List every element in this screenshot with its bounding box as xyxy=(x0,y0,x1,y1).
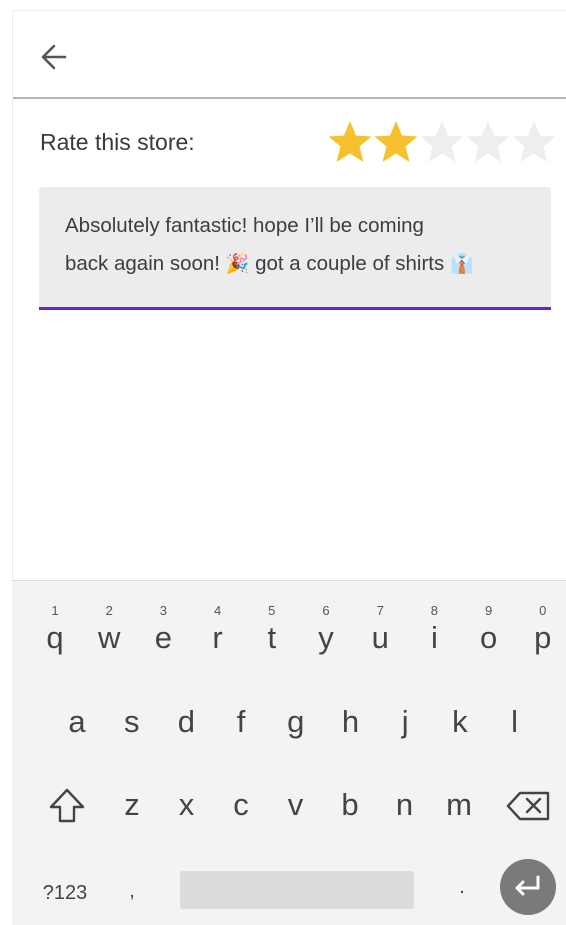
key-s[interactable]: s xyxy=(105,693,159,753)
key-label: o xyxy=(479,620,498,655)
key-j[interactable]: j xyxy=(378,693,432,753)
backspace-icon xyxy=(506,791,550,821)
key-label: w xyxy=(97,620,121,655)
key-hint: 7 xyxy=(376,603,384,618)
party-popper-emoji: 🎉 xyxy=(225,253,250,275)
star-empty-icon[interactable] xyxy=(511,119,557,165)
key-d[interactable]: d xyxy=(159,693,213,753)
rating-label: Rate this store: xyxy=(40,129,195,155)
key-label: i xyxy=(430,620,438,655)
key-o[interactable]: 9o xyxy=(462,581,516,655)
key-hint: 3 xyxy=(159,603,167,618)
key-hint: 8 xyxy=(430,603,438,618)
key-hint: 6 xyxy=(322,603,330,618)
key-x[interactable]: x xyxy=(160,776,214,836)
back-button[interactable] xyxy=(35,37,75,77)
key-label: v xyxy=(287,787,304,822)
key-y[interactable]: 6y xyxy=(299,581,353,655)
key-label: f xyxy=(236,704,246,739)
period-key[interactable]: . xyxy=(442,869,482,909)
key-label: s xyxy=(123,704,140,739)
key-label: c xyxy=(233,787,249,822)
review-text: Absolutely fantastic! hope I’ll be comin… xyxy=(65,207,535,283)
key-p[interactable]: 0p xyxy=(516,581,566,655)
key-n[interactable]: n xyxy=(378,776,432,836)
key-label: r xyxy=(212,620,223,655)
review-text-field[interactable]: Absolutely fantastic! hope I’ll be comin… xyxy=(39,187,551,310)
key-h[interactable]: h xyxy=(324,693,378,753)
comma-key[interactable]: , xyxy=(112,871,152,911)
key-label: k xyxy=(452,704,468,739)
key-i[interactable]: 8i xyxy=(407,581,461,655)
arrow-left-icon xyxy=(41,44,67,70)
star-filled-icon[interactable] xyxy=(373,119,419,165)
key-hint: 5 xyxy=(268,603,276,618)
space-key[interactable] xyxy=(180,871,414,909)
key-label: g xyxy=(287,704,305,739)
key-label: t xyxy=(267,620,277,655)
key-label: m xyxy=(446,787,472,822)
key-a[interactable]: a xyxy=(50,693,104,753)
key-z[interactable]: z xyxy=(105,776,159,836)
key-k[interactable]: k xyxy=(433,693,487,753)
enter-icon xyxy=(515,875,540,896)
key-m[interactable]: m xyxy=(432,776,486,836)
key-label: a xyxy=(68,704,86,739)
key-label: h xyxy=(341,704,360,739)
key-l[interactable]: l xyxy=(488,693,542,753)
key-label: d xyxy=(177,704,196,739)
enter-key[interactable] xyxy=(500,859,556,915)
review-line-1: Absolutely fantastic! hope I’ll be comin… xyxy=(65,214,424,237)
star-empty-icon[interactable] xyxy=(419,119,465,165)
key-hint: 4 xyxy=(213,603,222,618)
key-q[interactable]: 1q xyxy=(28,581,82,655)
rating-row: Rate this store: xyxy=(13,99,566,185)
key-label: z xyxy=(124,787,140,822)
key-v[interactable]: v xyxy=(269,776,323,836)
backspace-key[interactable] xyxy=(504,781,554,831)
key-u[interactable]: 7u xyxy=(353,581,407,655)
key-hint: 0 xyxy=(539,603,547,618)
star-empty-icon[interactable] xyxy=(465,119,511,165)
key-e[interactable]: 3e xyxy=(136,581,190,655)
key-g[interactable]: g xyxy=(269,693,323,753)
app-screen: Rate this store: Absolutely fantastic! h… xyxy=(12,10,566,581)
symbols-key[interactable]: ?123 xyxy=(30,875,100,911)
star-filled-icon[interactable] xyxy=(327,119,373,165)
shirt-emoji: 👔 xyxy=(449,253,474,275)
key-c[interactable]: c xyxy=(214,776,268,836)
key-label: x xyxy=(178,787,195,822)
key-f[interactable]: f xyxy=(214,693,268,753)
key-label: b xyxy=(341,787,359,822)
key-label: q xyxy=(46,620,64,655)
key-hint: 9 xyxy=(484,603,493,618)
key-label: e xyxy=(154,620,173,655)
key-hint: 1 xyxy=(51,603,59,618)
soft-keyboard: ?123 , . 1q2w3e4r5t6y7u8i9o0pasdfghjklzx… xyxy=(12,580,566,925)
key-w[interactable]: 2w xyxy=(82,581,136,655)
top-app-bar xyxy=(13,11,566,99)
key-b[interactable]: b xyxy=(323,776,377,836)
key-label: l xyxy=(511,704,519,739)
key-r[interactable]: 4r xyxy=(191,581,245,655)
key-label: u xyxy=(371,620,389,655)
shift-key[interactable] xyxy=(42,781,92,831)
key-label: n xyxy=(395,787,414,822)
key-label: j xyxy=(401,704,409,739)
key-t[interactable]: 5t xyxy=(245,581,299,655)
key-label: p xyxy=(534,620,552,655)
review-line-2: back again soon! 🎉 got a couple of shirt… xyxy=(65,252,474,275)
key-label: y xyxy=(318,620,334,655)
key-hint: 2 xyxy=(105,603,113,618)
shift-icon xyxy=(49,788,85,823)
